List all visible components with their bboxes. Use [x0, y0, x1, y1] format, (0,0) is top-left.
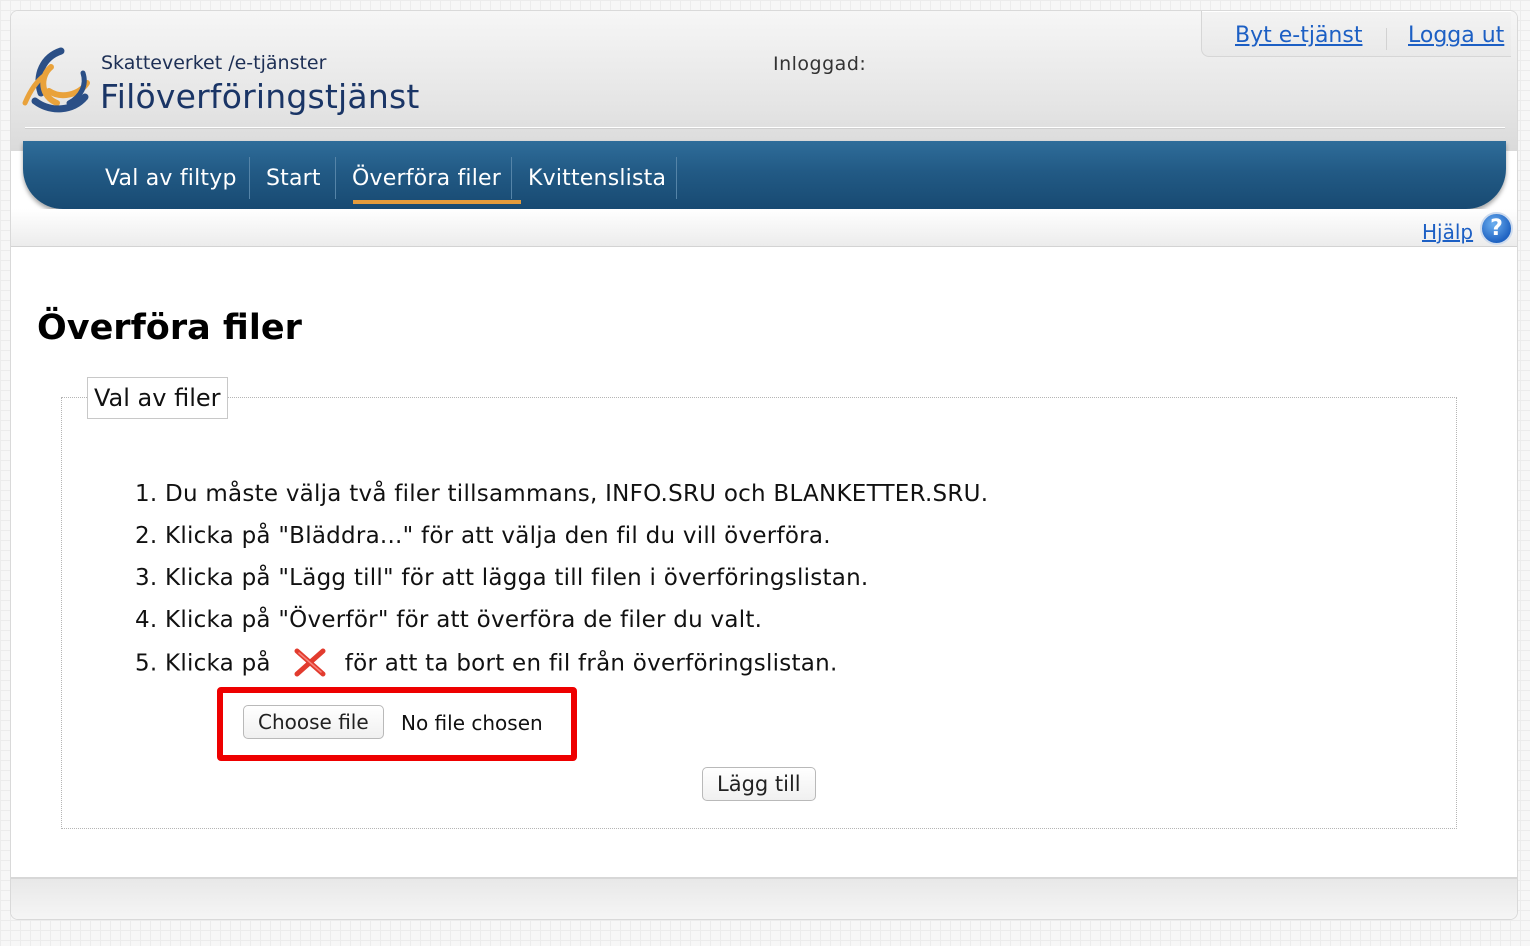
header-divider — [25, 127, 1505, 129]
instruction-step: 1. Du måste välja två filer tillsammans,… — [135, 481, 989, 507]
nav-divider — [676, 157, 677, 199]
main-nav: Val av filtyp Start Överföra filer Kvitt… — [23, 141, 1506, 209]
help-link[interactable]: Hjälp — [1422, 220, 1473, 244]
nav-item-overfora-filer[interactable]: Överföra filer — [352, 166, 501, 191]
skatteverket-logo-icon — [22, 47, 90, 113]
footer — [11, 877, 1517, 919]
add-file-button[interactable]: Lägg till — [702, 767, 816, 801]
service-name: Filöverföringstjänst — [100, 77, 420, 116]
instruction-list: 1. Du måste välja två filer tillsammans,… — [135, 481, 988, 691]
header: Skatteverket /e-tjänster Filöverföringst… — [11, 11, 1517, 151]
step5-suffix: för att ta bort en fil från överföringsl… — [344, 650, 838, 677]
file-status-text: No file chosen — [401, 711, 543, 735]
page-container: Skatteverket /e-tjänster Filöverföringst… — [10, 10, 1518, 920]
instruction-step-5: 5. Klicka på för att ta bort en fil från… — [135, 648, 988, 691]
switch-service-link[interactable]: Byt e-tjänst — [1235, 23, 1362, 48]
step5-prefix: 5. Klicka på — [135, 650, 271, 677]
nav-divider — [511, 157, 512, 199]
help-icon[interactable]: ? — [1480, 212, 1513, 245]
top-links-panel: Byt e-tjänst Logga ut — [1201, 11, 1511, 57]
top-links-divider — [1386, 28, 1387, 50]
fieldset-legend: Val av filer — [87, 377, 228, 419]
nav-divider — [249, 157, 250, 199]
nav-divider — [335, 157, 336, 199]
instruction-step: 3. Klicka på "Lägg till" för att lägga t… — [135, 565, 869, 591]
remove-x-icon — [294, 648, 326, 677]
choose-file-button[interactable]: Choose file — [243, 705, 384, 739]
instruction-step: 4. Klicka på "Överför" för att överföra … — [135, 607, 763, 633]
page-title: Överföra filer — [37, 308, 302, 348]
logged-in-label: Inloggad: — [773, 53, 867, 75]
sub-toolbar — [11, 209, 1517, 247]
nav-active-indicator — [353, 200, 521, 204]
instruction-step: 2. Klicka på "Bläddra..." för att välja … — [135, 523, 831, 549]
nav-item-val-av-filtyp[interactable]: Val av filtyp — [105, 166, 237, 191]
logout-link[interactable]: Logga ut — [1408, 23, 1504, 48]
org-name: Skatteverket /e-tjänster — [101, 52, 327, 74]
nav-item-kvittenslista[interactable]: Kvittenslista — [528, 166, 666, 191]
nav-item-start[interactable]: Start — [266, 166, 321, 191]
